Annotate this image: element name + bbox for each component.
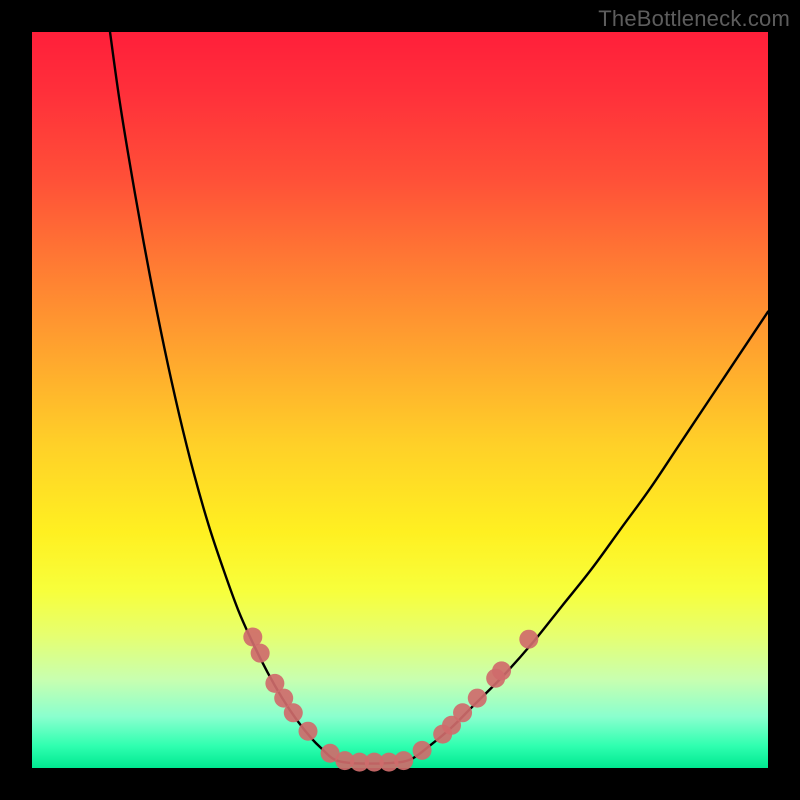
marker-layer bbox=[243, 627, 538, 771]
data-marker bbox=[453, 703, 472, 722]
data-marker bbox=[492, 661, 511, 680]
data-marker bbox=[394, 751, 413, 770]
data-marker bbox=[243, 627, 262, 646]
chart-plot-area bbox=[32, 32, 768, 768]
data-marker bbox=[413, 741, 432, 760]
bottleneck-curve bbox=[32, 32, 768, 768]
data-marker bbox=[468, 689, 487, 708]
data-marker bbox=[519, 630, 538, 649]
chart-frame: TheBottleneck.com bbox=[0, 0, 800, 800]
data-marker bbox=[251, 644, 270, 663]
watermark-text: TheBottleneck.com bbox=[598, 6, 790, 32]
curve-path bbox=[110, 32, 768, 764]
data-marker bbox=[284, 703, 303, 722]
data-marker bbox=[299, 722, 318, 741]
